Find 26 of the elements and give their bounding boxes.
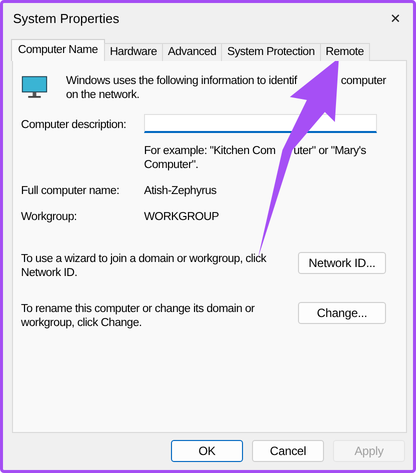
tab[interactable]: Remote	[320, 43, 370, 61]
intro-text: Windows uses the following information to identif	[66, 74, 297, 88]
network-id-button[interactable]: Network ID...	[298, 252, 386, 274]
change-button[interactable]: Change...	[298, 302, 386, 324]
field-label: Full computer name:	[21, 184, 120, 198]
close-button[interactable]: ✕	[390, 10, 401, 26]
instruction-text: To use a wizard to join a domain or workgroup, click Network ID.	[21, 252, 268, 280]
dialog-button[interactable]: OK	[171, 440, 243, 462]
description-field[interactable]	[144, 114, 377, 133]
window-title: System Properties	[13, 10, 120, 26]
instruction-text: To rename this computer or change its domain or workgroup, click Change.	[21, 302, 256, 330]
hint-text: Computer".	[144, 158, 198, 172]
tab[interactable]: System Protection	[221, 43, 321, 61]
intro-text: computer	[340, 74, 386, 88]
hint-text: uter" or "Mary's	[293, 144, 366, 158]
tab[interactable]: Computer Name	[11, 39, 105, 61]
field-value: WORKGROUP	[144, 210, 220, 224]
field-value: Atish-Zephyrus	[144, 184, 218, 198]
field-label: Computer description:	[21, 118, 128, 133]
field-label: Workgroup:	[21, 210, 78, 224]
intro-text: on the network.	[66, 88, 140, 102]
hint-text: For example: "Kitchen Com	[144, 144, 276, 158]
monitor-icon	[21, 74, 48, 100]
tab[interactable]: Advanced	[162, 43, 222, 61]
tab[interactable]: Hardware	[104, 43, 163, 61]
dialog-button[interactable]: Cancel	[252, 440, 324, 462]
